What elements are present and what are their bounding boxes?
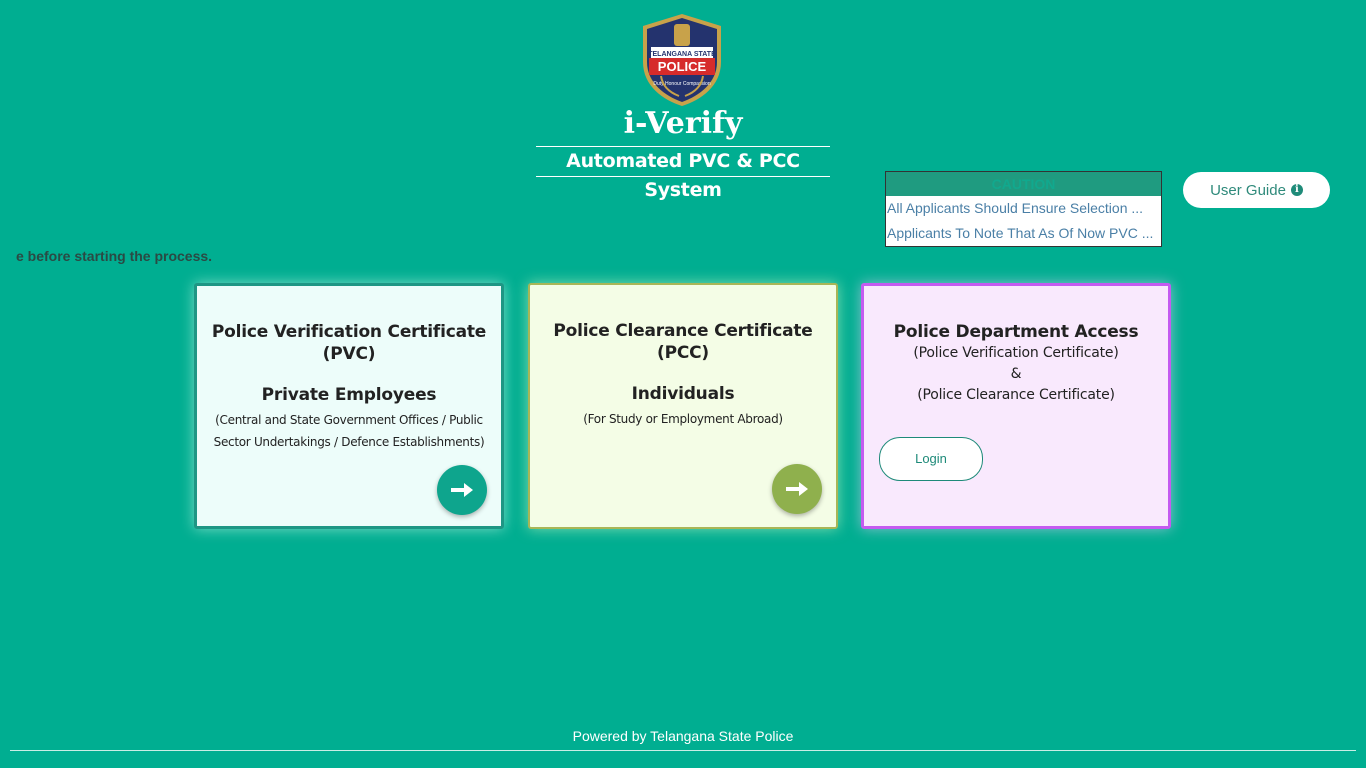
pvc-subtitle: Private Employees xyxy=(261,385,437,405)
pcc-subtitle: Individuals xyxy=(631,384,735,404)
dept-title: Police Department Access xyxy=(893,322,1139,342)
app-title: i-Verify xyxy=(623,106,743,141)
pcc-note: (For Study or Employment Abroad) xyxy=(583,412,783,426)
telangana-police-logo: TELANGANA STATE POLICE Duty Honour Compa… xyxy=(643,14,721,106)
arrow-right-icon xyxy=(451,483,473,497)
pcc-title-line1: Police Clearance Certificate xyxy=(553,321,813,341)
pvc-title: Police Verification Certificate (PVC) xyxy=(197,321,501,365)
user-guide-button[interactable]: User Guide i xyxy=(1183,172,1330,208)
pcc-card[interactable]: Police Clearance Certificate (PCC) Indiv… xyxy=(528,283,838,529)
arrow-right-icon xyxy=(786,482,808,496)
caution-item[interactable]: All Applicants Should Ensure Selection .… xyxy=(886,196,1161,221)
scrolling-notice: e before starting the process. xyxy=(16,248,213,264)
dept-line2: & xyxy=(1010,366,1022,382)
pvc-note: (Central and State Government Offices / … xyxy=(213,413,485,449)
caution-item[interactable]: Applicants To Note That As Of Now PVC ..… xyxy=(886,221,1161,246)
police-department-card: Police Department Access (Police Verific… xyxy=(861,283,1171,529)
pvc-card[interactable]: Police Verification Certificate (PVC) Pr… xyxy=(194,283,504,529)
pcc-title-line2: (PCC) xyxy=(657,343,709,363)
dept-line1: (Police Verification Certificate) xyxy=(913,345,1119,361)
footer-credit: Powered by Telangana State Police xyxy=(10,728,1356,751)
logo-top-text: TELANGANA STATE xyxy=(648,51,716,58)
info-circle-icon: i xyxy=(1290,184,1303,196)
pcc-title: Police Clearance Certificate (PCC) xyxy=(530,320,836,364)
caution-panel: CAUTION All Applicants Should Ensure Sel… xyxy=(885,171,1162,247)
caution-heading: CAUTION xyxy=(886,172,1161,196)
pcc-proceed-button[interactable] xyxy=(772,464,822,514)
pvc-proceed-button[interactable] xyxy=(437,465,487,515)
user-guide-label: User Guide xyxy=(1210,181,1286,199)
pvc-title-line1: Police Verification Certificate xyxy=(211,322,487,342)
login-button[interactable]: Login xyxy=(879,437,983,481)
pvc-title-line2: (PVC) xyxy=(322,344,376,364)
dept-line3: (Police Clearance Certificate) xyxy=(917,387,1115,403)
app-subtitle: Automated PVC & PCC System xyxy=(536,146,830,201)
logo-main-text: POLICE xyxy=(658,59,707,74)
